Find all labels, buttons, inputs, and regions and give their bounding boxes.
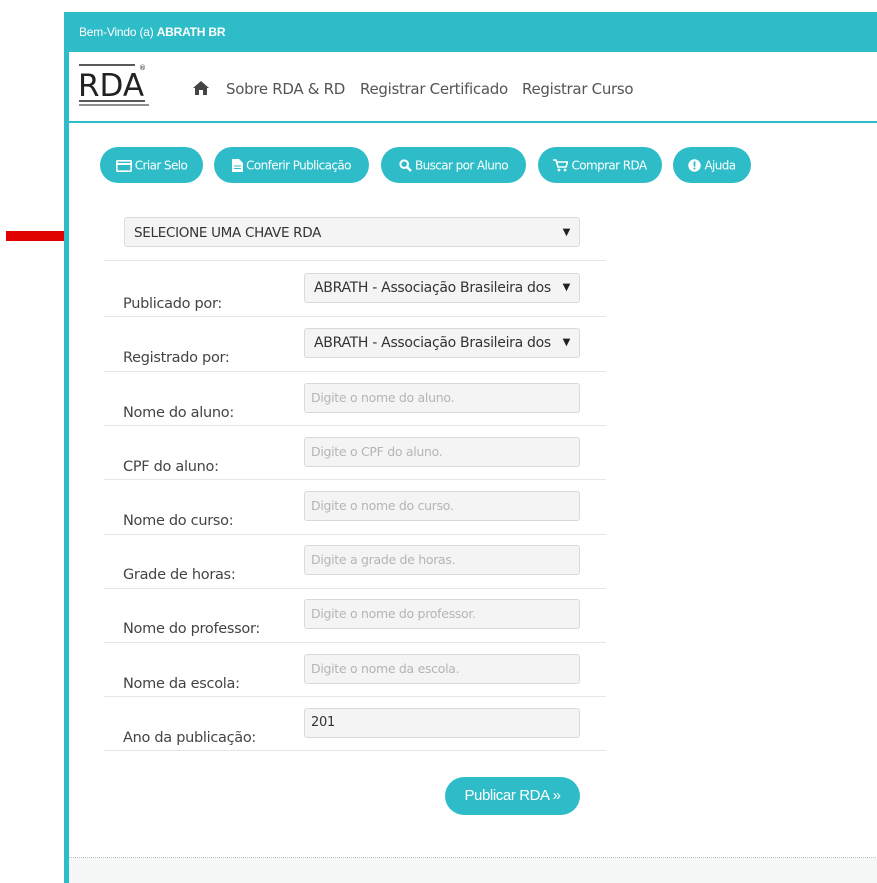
logo-graphic: RDA ® [78,64,149,106]
nome-aluno-input[interactable]: Digite o nome do aluno. [304,383,580,413]
welcome-bar: Bem-Vindo (a) ABRATH BR [69,12,877,52]
caret-down-icon: ▼ [562,282,571,293]
nome-curso-label: Nome do curso: [123,513,234,529]
divider [104,479,606,480]
divider [104,316,606,317]
caret-down-icon: ▼ [562,337,571,348]
registrado-label: Registrado por: [123,350,230,366]
ajuda-button[interactable]: Ajuda [673,147,751,183]
nome-escola-label: Nome da escola: [123,676,240,692]
welcome-user: ABRATH BR [156,25,226,39]
publicado-value: ABRATH - Associação Brasileira dos [314,280,551,296]
criar-selo-label: Criar Selo [134,158,188,173]
conferir-publicacao-label: Conferir Publicação [246,158,351,173]
nome-professor-label: Nome do professor: [123,621,260,637]
file-icon [232,159,244,172]
credit-card-icon [115,159,132,172]
divider [104,371,606,372]
exclamation-circle-icon [688,159,702,172]
main-content: Criar Selo Conferir Publicação Buscar po… [69,123,877,858]
grade-horas-label: Grade de horas: [123,567,236,583]
nav-registrar-certificado[interactable]: Registrar Certificado [360,80,508,98]
cart-icon [553,159,569,172]
comprar-rda-button[interactable]: Comprar RDA [538,147,662,183]
conferir-publicacao-button[interactable]: Conferir Publicação [214,147,369,183]
logo-text: RDA [78,68,144,104]
nav-registrar-curso[interactable]: Registrar Curso [522,80,634,98]
nome-escola-input[interactable]: Digite o nome da escola. [304,654,580,684]
ano-publicacao-label: Ano da publicação: [123,730,257,746]
home-icon[interactable] [192,80,210,96]
publicado-label: Publicado por: [123,296,222,312]
criar-selo-button[interactable]: Criar Selo [100,147,203,183]
registrado-value: ABRATH - Associação Brasileira dos [314,335,551,351]
rda-logo[interactable]: RDA ® [77,62,157,112]
ajuda-label: Ajuda [704,158,736,173]
rda-key-selected: SELECIONE UMA CHAVE RDA [134,225,322,241]
caret-down-icon: ▼ [562,227,571,238]
divider [104,696,606,697]
app-frame: Bem-Vindo (a) ABRATH BR RDA ® Sobre RDA … [64,12,877,883]
divider [104,260,606,261]
nome-aluno-label: Nome do aluno: [123,405,234,421]
header: RDA ® Sobre RDA & RD Registrar Certifica… [69,52,877,123]
search-icon [399,159,412,172]
nome-professor-input[interactable]: Digite o nome do professor. [304,599,580,629]
divider [104,534,606,535]
divider [104,750,606,751]
welcome-prefix: Bem-Vindo (a) [79,25,154,39]
buscar-aluno-button[interactable]: Buscar por Aluno [381,147,526,183]
buscar-aluno-label: Buscar por Aluno [415,158,509,173]
ano-publicacao-input[interactable]: 201 [304,708,580,738]
cpf-aluno-label: CPF do aluno: [123,459,219,475]
divider [104,425,606,426]
publicar-rda-button[interactable]: Publicar RDA » [445,777,580,815]
nome-curso-input[interactable]: Digite o nome do curso. [304,491,580,521]
grade-horas-input[interactable]: Digite a grade de horas. [304,545,580,575]
cpf-aluno-input[interactable]: Digite o CPF do aluno. [304,437,580,467]
publicado-select[interactable]: ABRATH - Associação Brasileira dos ▼ [304,273,580,303]
rda-key-select[interactable]: SELECIONE UMA CHAVE RDA ▼ [124,217,580,247]
registrado-select[interactable]: ABRATH - Associação Brasileira dos ▼ [304,328,580,358]
logo-registered-mark: ® [139,64,146,72]
divider [104,588,606,589]
nav-sobre[interactable]: Sobre RDA & RD [226,80,345,98]
divider [104,642,606,643]
comprar-rda-label: Comprar RDA [571,158,647,173]
